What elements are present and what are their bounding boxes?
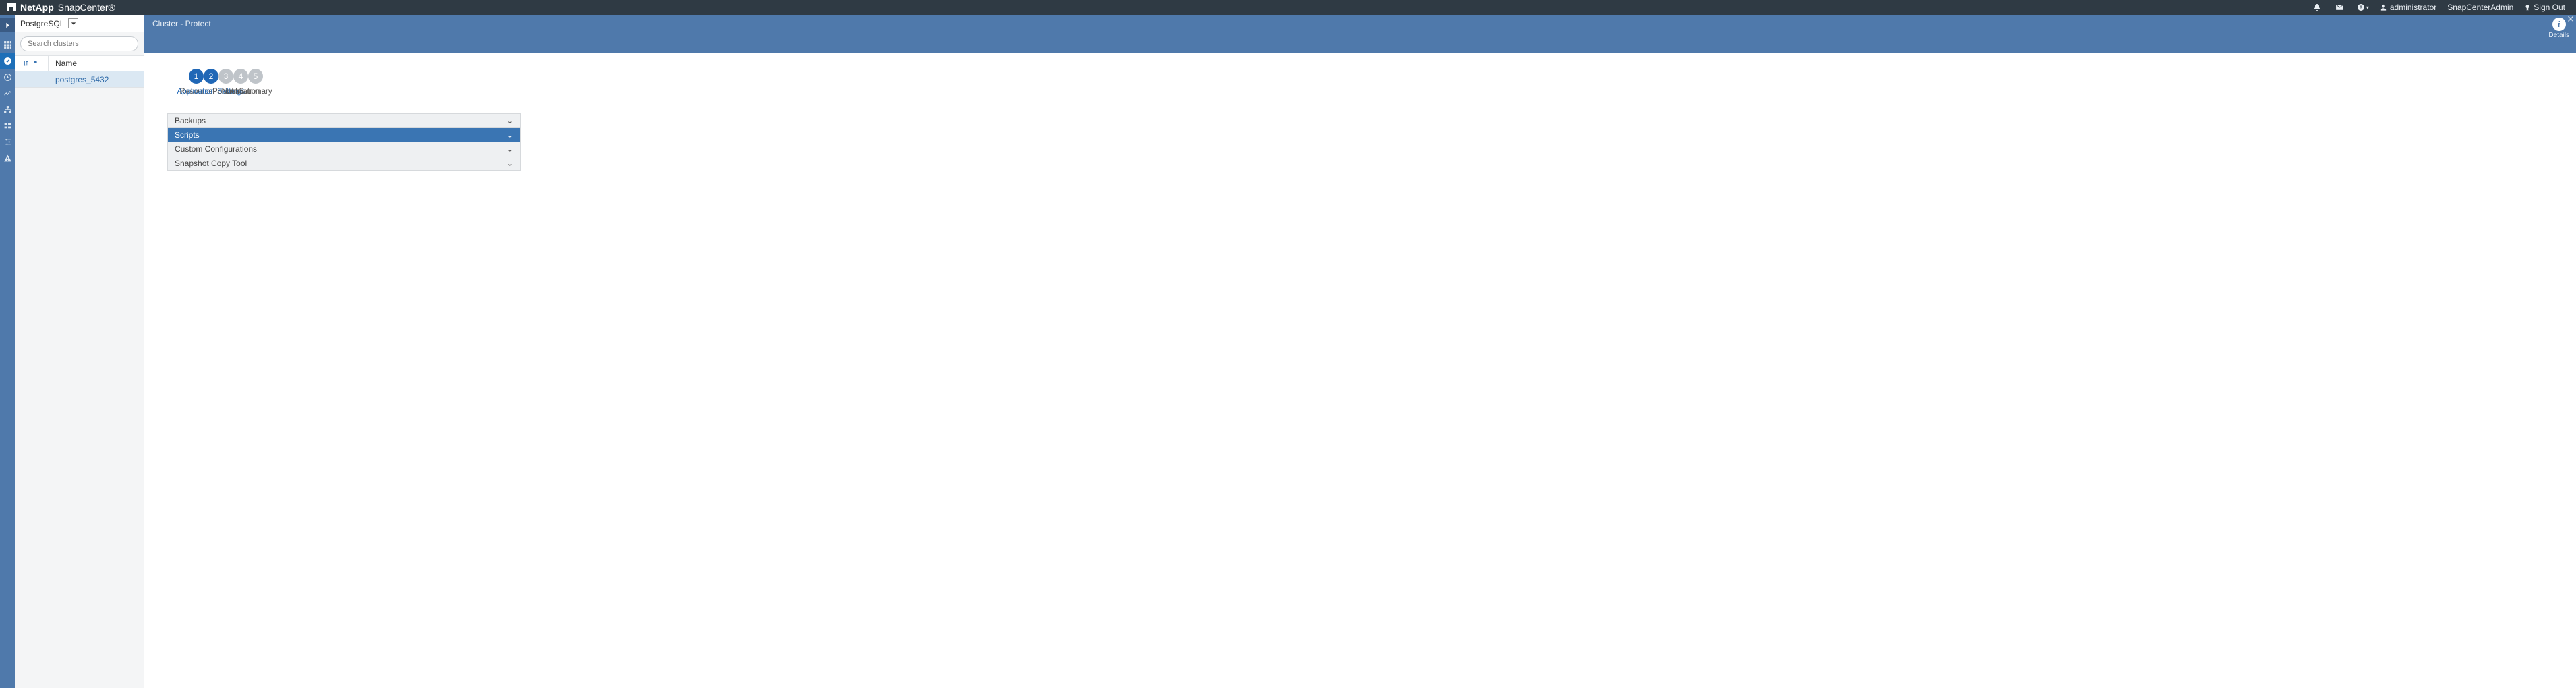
nav-item-storage[interactable] (0, 117, 15, 134)
step-bubble: 4 (233, 69, 248, 84)
nav-item-alerts[interactable] (0, 150, 15, 166)
view-dropdown-toggle[interactable] (68, 18, 78, 28)
step-bubble: 5 (248, 69, 263, 84)
nav-rail (0, 15, 15, 688)
accordion-item-snapshot-tool: Snapshot Copy Tool ⌄ (168, 156, 520, 170)
app-topbar: NetApp SnapCenter® ?▾ administrator Snap… (0, 0, 2576, 15)
nav-item-dashboard[interactable] (0, 36, 15, 53)
help-icon[interactable]: ?▾ (2357, 1, 2369, 13)
sort-column[interactable] (15, 56, 49, 71)
nav-item-settings[interactable] (0, 134, 15, 150)
resource-list-header: Name (15, 55, 144, 71)
details-label: Details (2548, 32, 2569, 39)
accordion-header-scripts[interactable]: Scripts ⌄ (168, 128, 520, 142)
accordion-header-snapshot-tool[interactable]: Snapshot Copy Tool ⌄ (168, 156, 520, 170)
main-content: 1 Resource 2 Application Settings 3 Poli… (144, 53, 2576, 688)
step-bubble: 3 (218, 69, 233, 84)
brand-product: SnapCenter® (58, 2, 115, 13)
nav-item-monitor[interactable] (0, 69, 15, 85)
sort-icon (23, 60, 30, 67)
mail-icon[interactable] (2334, 1, 2346, 13)
accordion-item-custom-config: Custom Configurations ⌄ (168, 142, 520, 156)
search-row (15, 32, 144, 55)
signout-link[interactable]: Sign Out (2524, 3, 2565, 12)
flag-icon (32, 60, 40, 67)
chevron-down-icon: ⌄ (507, 159, 513, 168)
view-selector-row: PostgreSQL (15, 15, 144, 32)
accordion-header-custom-config[interactable]: Custom Configurations ⌄ (168, 142, 520, 156)
details-button[interactable]: i Details (2548, 18, 2569, 39)
accordion-title: Scripts (175, 130, 200, 140)
accordion-title: Backups (175, 116, 206, 125)
netapp-logo-icon (7, 3, 16, 11)
view-label: PostgreSQL (20, 19, 64, 28)
brand-company: NetApp (20, 2, 54, 13)
step-bubble: 1 (189, 69, 204, 84)
svg-text:?: ? (2360, 5, 2362, 10)
accordion-item-scripts: Scripts ⌄ (168, 128, 520, 142)
brand: NetApp SnapCenter® (7, 2, 115, 13)
user-icon (2380, 4, 2387, 11)
accordion-title: Custom Configurations (175, 144, 257, 154)
user-menu[interactable]: administrator (2380, 3, 2436, 12)
resource-name: postgres_5432 (49, 75, 144, 84)
search-input[interactable] (20, 36, 138, 51)
accordion-title: Snapshot Copy Tool (175, 159, 247, 168)
user-role-label: administrator (2390, 3, 2436, 12)
column-name[interactable]: Name (49, 59, 144, 68)
signout-label: Sign Out (2534, 3, 2565, 12)
resource-side-panel: PostgreSQL Name postgres_5432 (15, 15, 144, 688)
resource-list: postgres_5432 (15, 71, 144, 688)
admin-link[interactable]: SnapCenterAdmin (2447, 3, 2513, 12)
accordion-item-backups: Backups ⌄ (168, 114, 520, 128)
settings-accordion: Backups ⌄ Scripts ⌄ Custom Configuration… (167, 113, 521, 171)
wizard-stepper: 1 Resource 2 Application Settings 3 Poli… (170, 69, 2553, 96)
breadcrumb: Cluster - Protect (152, 19, 211, 28)
signout-icon (2524, 4, 2531, 11)
page-subheader: Cluster - Protect ✕ i Details (0, 15, 2576, 53)
topbar-right: ?▾ administrator SnapCenterAdmin Sign Ou… (2311, 1, 2569, 13)
step-bubble: 2 (204, 69, 218, 84)
nav-item-reports[interactable] (0, 85, 15, 101)
step-label: Summary (239, 88, 272, 96)
nav-item-resources[interactable] (0, 53, 15, 69)
bell-icon[interactable] (2311, 1, 2323, 13)
resource-row[interactable]: postgres_5432 (15, 71, 144, 88)
chevron-down-icon: ⌄ (507, 117, 513, 125)
nav-collapse-toggle[interactable] (0, 18, 15, 32)
chevron-down-icon: ⌄ (507, 145, 513, 154)
chevron-down-icon: ⌄ (507, 131, 513, 140)
accordion-header-backups[interactable]: Backups ⌄ (168, 114, 520, 127)
nav-item-hosts[interactable] (0, 101, 15, 117)
info-icon: i (2552, 18, 2566, 31)
